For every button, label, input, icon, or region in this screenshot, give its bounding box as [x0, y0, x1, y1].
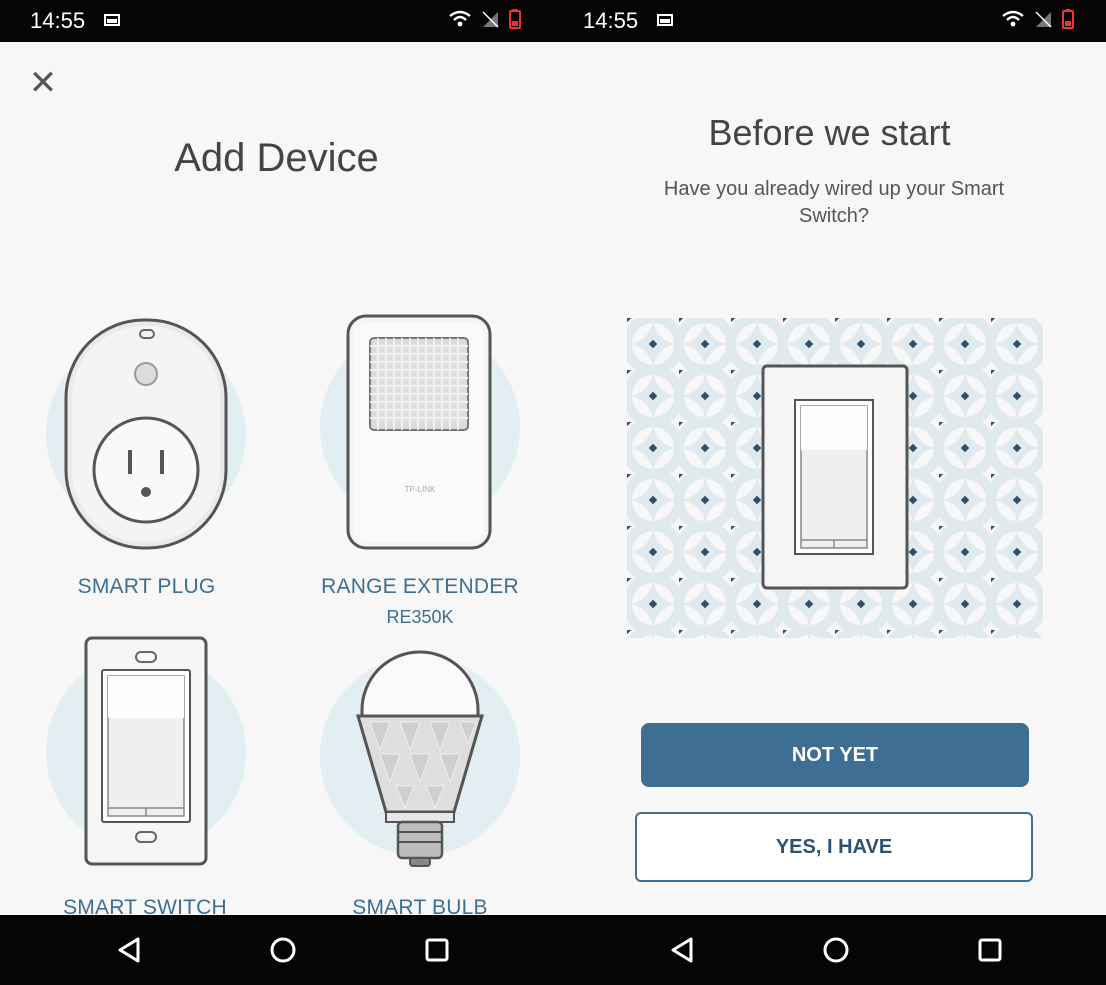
home-nav-button[interactable]	[266, 933, 300, 967]
device-label: SMART PLUG	[77, 575, 216, 598]
recents-nav-button[interactable]	[420, 933, 454, 967]
back-triangle-icon	[118, 937, 140, 963]
no-signal-icon	[1035, 11, 1052, 28]
device-label: RANGE EXTENDER	[321, 575, 519, 598]
recents-nav-button[interactable]	[973, 933, 1007, 967]
page-title: Before we start	[708, 112, 951, 153]
navigation-bar	[553, 915, 1106, 985]
smart-plug-icon	[46, 318, 246, 550]
back-nav-button[interactable]	[665, 933, 699, 967]
wifi-icon	[1002, 10, 1024, 27]
close-button[interactable]: ✕	[28, 66, 58, 100]
page-subtitle: Have you already wired up your Smart Swi…	[663, 178, 1005, 227]
back-triangle-icon	[671, 937, 693, 963]
page-title: Add Device	[174, 136, 379, 180]
smart-switch-icon	[46, 636, 246, 866]
home-nav-button[interactable]	[819, 933, 853, 967]
status-time: 14:55	[30, 8, 86, 33]
status-time: 14:55	[583, 8, 639, 33]
smart-bulb-icon	[320, 650, 520, 867]
wall-switch-illustration	[627, 318, 1043, 638]
not-yet-button[interactable]: NOT YET	[641, 723, 1029, 787]
yes-i-have-button[interactable]: YES, I HAVE	[635, 812, 1033, 882]
navigation-bar	[0, 915, 553, 985]
back-nav-button[interactable]	[112, 933, 146, 967]
brand-logo: TP-LINK	[405, 485, 436, 494]
battery-icon	[1062, 9, 1074, 29]
recents-square-icon	[425, 938, 449, 962]
gallery-notification-icon	[657, 14, 673, 26]
add-device-screen: 14:55 ✕ Add Device SMART PLUG TP-LINK RA…	[0, 0, 553, 985]
recents-square-icon	[978, 938, 1002, 962]
device-model: RE350K	[386, 607, 454, 627]
home-circle-icon	[270, 937, 296, 963]
before-we-start-screen: 14:55 Before we start Have you already w…	[553, 0, 1106, 985]
wifi-icon	[449, 10, 471, 27]
home-circle-icon	[823, 937, 849, 963]
no-signal-icon	[482, 11, 499, 28]
status-bar: 14:55	[553, 0, 1106, 42]
battery-icon	[509, 9, 521, 29]
gallery-notification-icon	[104, 14, 120, 26]
status-bar: 14:55	[0, 0, 553, 42]
range-extender-icon: TP-LINK	[320, 314, 520, 550]
